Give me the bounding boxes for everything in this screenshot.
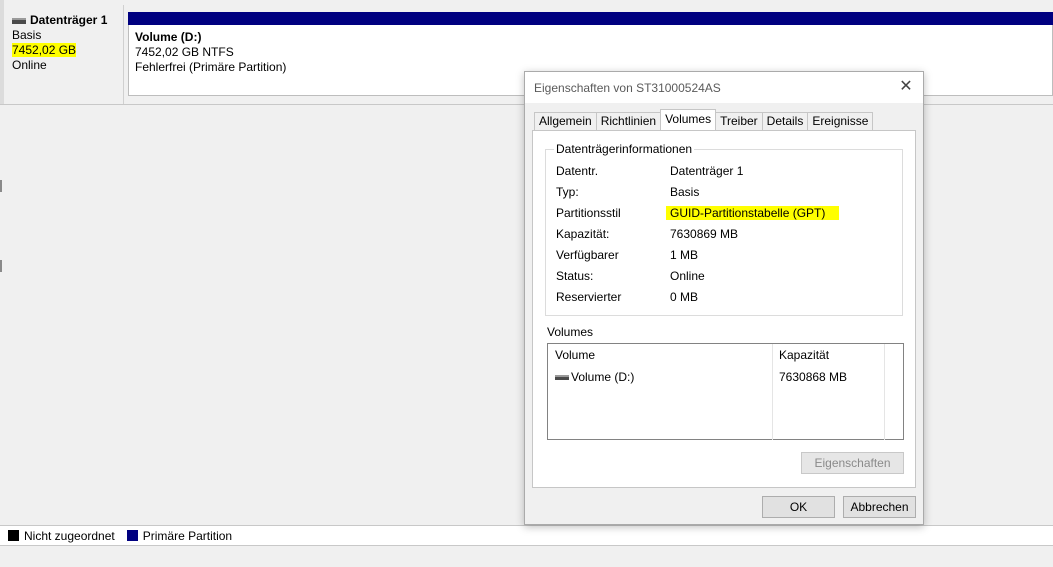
scroll-tick [0,180,2,192]
disk-drive-icon [12,17,26,24]
column-header-capacity[interactable]: Kapazität [772,344,829,366]
info-value: 7630869 MB [670,227,739,241]
legend-label-primary: Primäre Partition [142,528,233,543]
list-item[interactable]: Volume (D:) 7630868 MB [548,370,903,386]
properties-dialog: Eigenschaften von ST31000524AS ✕ Allgeme… [524,71,924,525]
volume-name: Volume (D:) [135,30,202,44]
disk-title: Datenträger 1 [12,13,123,28]
cancel-button[interactable]: Abbrechen [843,496,916,518]
info-value: 0 MB [670,290,699,304]
dialog-title: Eigenschaften von ST31000524AS [534,80,721,95]
info-label: Partitionsstil [556,206,621,220]
info-value: 1 MB [670,248,699,262]
info-label: Status: [556,269,594,283]
column-separator[interactable] [884,344,885,440]
info-label: Typ: [556,185,579,199]
volume-drive-icon [555,375,569,380]
close-icon[interactable]: ✕ [897,78,915,96]
legend-item-primary: Primäre Partition [126,528,233,543]
info-value: Datenträger 1 [670,164,744,178]
info-row-status: Status: Online [556,269,896,284]
disk-info-panel[interactable]: Datenträger 1 Basis 7452,02 GB Online [4,5,124,104]
info-row-type: Typ: Basis [556,185,896,200]
disk-title-text: Datenträger 1 [30,13,108,27]
dialog-titlebar[interactable]: Eigenschaften von ST31000524AS ✕ [525,72,923,103]
ok-button[interactable]: OK [762,496,835,518]
info-row-reserved: Reservierter 0 MB [556,290,896,305]
tab-strip: Allgemein Richtlinien Volumes Treiber De… [534,109,874,130]
tab-treiber[interactable]: Treiber [715,112,763,130]
disk-info-group: Datenträgerinformationen Datentr. Datent… [545,142,903,316]
group-title: Datenträgerinformationen [554,142,695,156]
info-label: Kapazität: [556,227,610,241]
volumes-label: Volumes [547,325,594,339]
tab-ereignisse[interactable]: Ereignisse [807,112,874,130]
disk-size: 7452,02 GB [12,43,77,57]
volumes-tab-panel: Datenträgerinformationen Datentr. Datent… [532,130,916,488]
info-row-available: Verfügbarer 1 MB [556,248,896,263]
legend-label-unallocated: Nicht zugeordnet [24,528,115,543]
info-row-partition-style: Partitionsstil GUID-Partitionstabelle (G… [556,206,896,221]
info-row-disk: Datentr. Datenträger 1 [556,164,896,179]
volume-size-fs: 7452,02 GB NTFS [135,45,234,59]
info-row-capacity: Kapazität: 7630869 MB [556,227,896,242]
info-label: Reservierter [556,290,622,304]
info-label: Verfügbarer [556,248,619,262]
info-value-partition-style: GUID-Partitionstabelle (GPT) [666,206,840,220]
tab-details[interactable]: Details [761,112,809,130]
tab-richtlinien[interactable]: Richtlinien [595,112,662,130]
disk-state: Online [12,58,47,72]
info-value: Online [670,269,705,283]
volume-bar [128,12,1053,25]
info-label: Datentr. [556,164,599,178]
tab-allgemein[interactable]: Allgemein [534,112,597,130]
legend-swatch-primary [126,530,138,541]
legend-bar: Nicht zugeordnet Primäre Partition [0,525,1053,546]
disk-type: Basis [12,28,42,42]
legend-swatch-unallocated [8,530,19,541]
list-item-volume: Volume (D:) [571,370,635,384]
volumes-list[interactable]: Volume Kapazität Volume (D:) 7630868 MB [547,343,904,440]
info-value: Basis [670,185,700,199]
list-item-capacity: 7630868 MB [779,370,848,384]
column-header-volume[interactable]: Volume [548,344,595,366]
tab-volumes[interactable]: Volumes [660,109,717,130]
scroll-tick [0,260,2,272]
properties-button[interactable]: Eigenschaften [801,452,904,474]
status-bar [0,546,1053,567]
legend-item-unallocated: Nicht zugeordnet [8,529,115,543]
